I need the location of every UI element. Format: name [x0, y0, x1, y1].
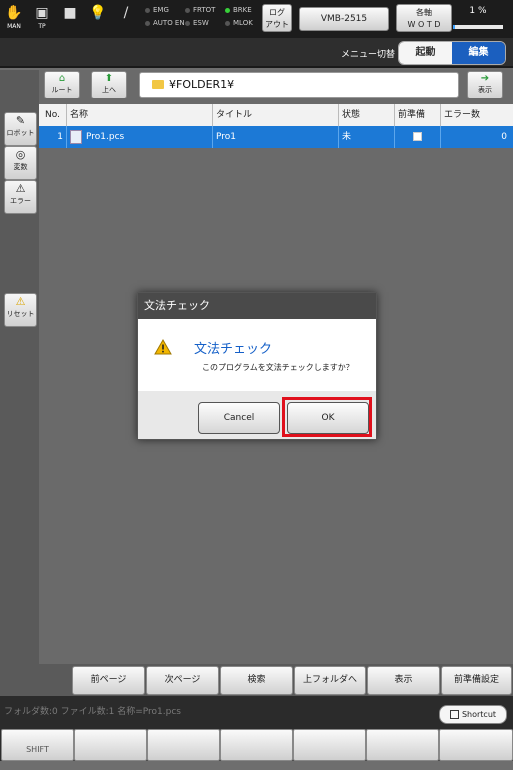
row-no: 1 — [57, 132, 63, 142]
col-errors[interactable]: エラー数 — [440, 104, 513, 126]
speed-indicator[interactable]: 1 % — [451, 6, 505, 32]
lamp-group-3: BRKE MLOK — [225, 4, 253, 30]
root-folder-icon: ⌂ — [58, 73, 66, 84]
tool-icon[interactable]: / — [115, 4, 137, 34]
row-status: 未 — [338, 126, 394, 148]
display-arrow-icon: ➔ — [480, 73, 490, 84]
variable-icon: ◎ — [15, 148, 26, 161]
col-prep[interactable]: 前準備 — [394, 104, 440, 126]
auto-en-lamp-icon — [145, 20, 150, 26]
mlok-lamp-icon — [225, 20, 230, 26]
brke-lamp: BRKE — [225, 4, 253, 17]
esw-lamp-icon — [185, 20, 190, 26]
brke-lamp-icon — [225, 7, 230, 13]
dialog-footer: Cancel OK — [138, 391, 376, 439]
dialog-body: 文法チェック このプログラムを文法チェックしますか？ — [138, 319, 376, 391]
display-button[interactable]: ➔ 表示 — [467, 71, 503, 99]
folder-path-field[interactable]: ¥FOLDER1¥ — [139, 72, 459, 98]
search-button[interactable]: 検索 — [220, 666, 293, 695]
frtot-lamp: FRTOT — [185, 4, 215, 17]
up-arrow-icon: ⬆ — [104, 73, 114, 84]
next-page-button[interactable]: 次ページ — [146, 666, 219, 695]
row-name-cell: Pro1.pcs — [66, 126, 212, 148]
mode-segmented-control[interactable]: 起動 編集 — [398, 41, 506, 65]
fkey-2[interactable] — [74, 729, 147, 761]
row-errors: 0 — [440, 126, 513, 148]
shortcut-icon — [449, 710, 459, 719]
fkey-6[interactable] — [366, 729, 439, 761]
error-button[interactable]: ⚠ エラー — [4, 180, 37, 214]
wrench-icon: ✎ — [15, 114, 26, 127]
menu-row: メニュー切替 起動 編集 — [0, 38, 513, 68]
prep-settings-button[interactable]: 前準備設定 — [441, 666, 512, 695]
dialog-title: 文法チェック — [138, 293, 376, 319]
cancel-button[interactable]: Cancel — [198, 402, 280, 434]
up-folder-button[interactable]: ⬆ 上へ — [91, 71, 127, 99]
speed-bar-fill — [453, 25, 455, 29]
function-keys: SHIFT — [0, 726, 513, 761]
col-status[interactable]: 状態 — [338, 104, 394, 126]
frtot-lamp-icon — [185, 7, 190, 13]
variable-button[interactable]: ◎ 変数 — [4, 146, 37, 180]
col-name[interactable]: 名称 — [66, 104, 212, 126]
speed-bar — [453, 25, 503, 29]
esw-lamp: ESW — [185, 17, 215, 30]
robot-button[interactable]: ✎ ロボット — [4, 112, 37, 146]
emg-lamp: EMG — [145, 4, 185, 17]
prep-checkbox[interactable] — [413, 132, 422, 141]
col-no[interactable]: No. — [39, 104, 66, 126]
warning-icon — [154, 339, 172, 355]
left-panel: ✎ ロボット ◎ 変数 ⚠ エラー ⚠ リセット — [0, 70, 39, 692]
error-icon: ⚠ — [15, 182, 26, 195]
warning-icon: ⚠ — [15, 295, 26, 308]
lightbulb-icon[interactable]: 💡 — [87, 4, 109, 34]
status-text: フォルダ数:0 ファイル数:1 名称=Pro1.pcs — [4, 707, 181, 717]
table-header: No. 名称 タイトル 状態 前準備 エラー数 — [39, 104, 513, 127]
root-folder-button[interactable]: ⌂ ルート — [44, 71, 80, 99]
lamp-group-2: FRTOT ESW — [185, 4, 215, 30]
lamp-group-1: EMG AUTO EN — [145, 4, 185, 30]
status-line: フォルダ数:0 ファイル数:1 名称=Pro1.pcs Shortcut — [0, 696, 513, 726]
prev-page-button[interactable]: 前ページ — [72, 666, 145, 695]
bottom-toolbar: 前ページ 次ページ 検索 上フォルダへ 表示 前準備設定 — [0, 664, 513, 696]
file-toolbar: ⌂ ルート ⬆ 上へ ¥FOLDER1¥ ➔ 表示 — [39, 70, 513, 99]
fkey-3[interactable] — [147, 729, 220, 761]
table-row[interactable]: 1 Pro1.pcs Pro1 未 0 — [39, 126, 513, 148]
robot-model-button[interactable]: VMB-2515 — [299, 7, 389, 31]
top-status-bar: ✋ MAN ▣ TP ■ 💡 / EMG AUTO EN FRTOT ESW B… — [0, 0, 513, 38]
fkey-4[interactable] — [220, 729, 293, 761]
fkey-7[interactable] — [439, 729, 513, 761]
row-prep-cell — [394, 126, 440, 148]
reset-button[interactable]: ⚠ リセット — [4, 293, 37, 327]
col-title[interactable]: タイトル — [212, 104, 338, 126]
stop-icon[interactable]: ■ — [59, 4, 81, 34]
menu-switch-label: メニュー切替 — [340, 50, 395, 60]
shift-key[interactable]: SHIFT — [1, 729, 74, 761]
upper-folder-button[interactable]: 上フォルダへ — [294, 666, 366, 695]
teach-pendant-icon[interactable]: ▣ TP — [31, 4, 53, 34]
dialog-message: このプログラムを文法チェックしますか？ — [202, 363, 354, 372]
start-mode-tab[interactable]: 起動 — [399, 42, 452, 64]
shortcut-button[interactable]: Shortcut — [439, 705, 507, 724]
row-title: Pro1 — [212, 126, 338, 148]
program-file-icon — [70, 129, 82, 144]
folder-icon — [152, 80, 164, 89]
ok-button[interactable]: OK — [287, 402, 369, 434]
mlok-lamp: MLOK — [225, 17, 253, 30]
dialog-heading: 文法チェック — [194, 342, 273, 357]
fkey-5[interactable] — [293, 729, 366, 761]
edit-mode-tab[interactable]: 編集 — [452, 42, 505, 64]
syntax-check-dialog: 文法チェック 文法チェック このプログラムを文法チェックしますか？ Cancel… — [137, 292, 377, 440]
axes-button[interactable]: 各軸 W O T D — [396, 4, 452, 32]
show-button[interactable]: 表示 — [367, 666, 440, 695]
emg-lamp-icon — [145, 7, 150, 13]
man-hand-icon[interactable]: ✋ MAN — [3, 4, 25, 34]
auto-en-lamp: AUTO EN — [145, 17, 185, 30]
logout-button[interactable]: ログ アウト — [262, 4, 292, 32]
